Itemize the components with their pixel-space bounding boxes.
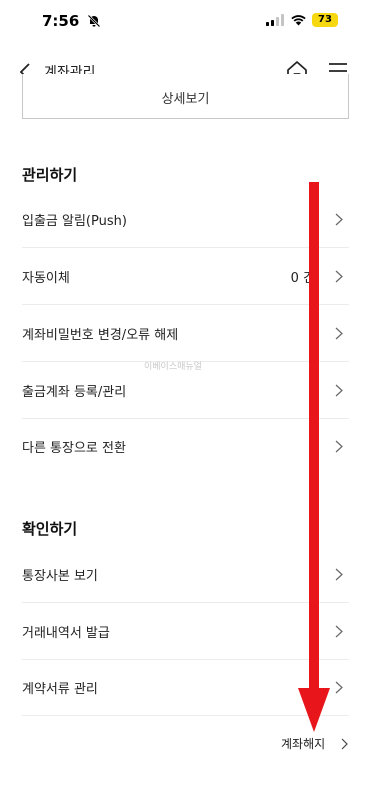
status-time: 7:56 [42, 12, 80, 30]
chevron-right-icon [335, 625, 343, 638]
menu-item-label: 자동이체 [22, 271, 70, 286]
menu-item-label: 출금계좌 등록/관리 [22, 385, 127, 400]
wifi-icon [291, 15, 306, 26]
chevron-right-icon [335, 440, 343, 453]
confirm-section-title: 확인하기 [22, 520, 78, 538]
battery-indicator: 73 [312, 13, 338, 27]
menu-item-label: 계좌비밀번호 변경/오류 해제 [22, 328, 179, 343]
close-account-link[interactable]: 계좌해지 [281, 735, 325, 752]
menu-item-label: 거래내역서 발급 [22, 626, 110, 641]
manage-section-title: 관리하기 [22, 166, 78, 184]
menu-item-label: 입출금 알림(Push) [22, 214, 127, 229]
menu-item-label: 통장사본 보기 [22, 569, 98, 584]
signal-icon [266, 14, 284, 26]
annotation-arrow-icon [298, 182, 330, 732]
menu-item-label: 다른 통장으로 전환 [22, 441, 126, 456]
chevron-right-icon [335, 384, 343, 397]
watermark: 이베이스매뉴얼 [144, 362, 202, 372]
menu-item-label: 계약서류 관리 [22, 682, 98, 697]
chevron-right-icon [335, 568, 343, 581]
chevron-right-icon[interactable] [341, 738, 348, 750]
chevron-right-icon [335, 681, 343, 694]
bell-off-icon [87, 14, 101, 28]
chevron-right-icon [335, 327, 343, 340]
detail-view-button[interactable]: 상세보기 [22, 74, 349, 119]
status-bar: 7:56 73 [0, 0, 371, 44]
chevron-right-icon [335, 213, 343, 226]
chevron-right-icon [335, 270, 343, 283]
